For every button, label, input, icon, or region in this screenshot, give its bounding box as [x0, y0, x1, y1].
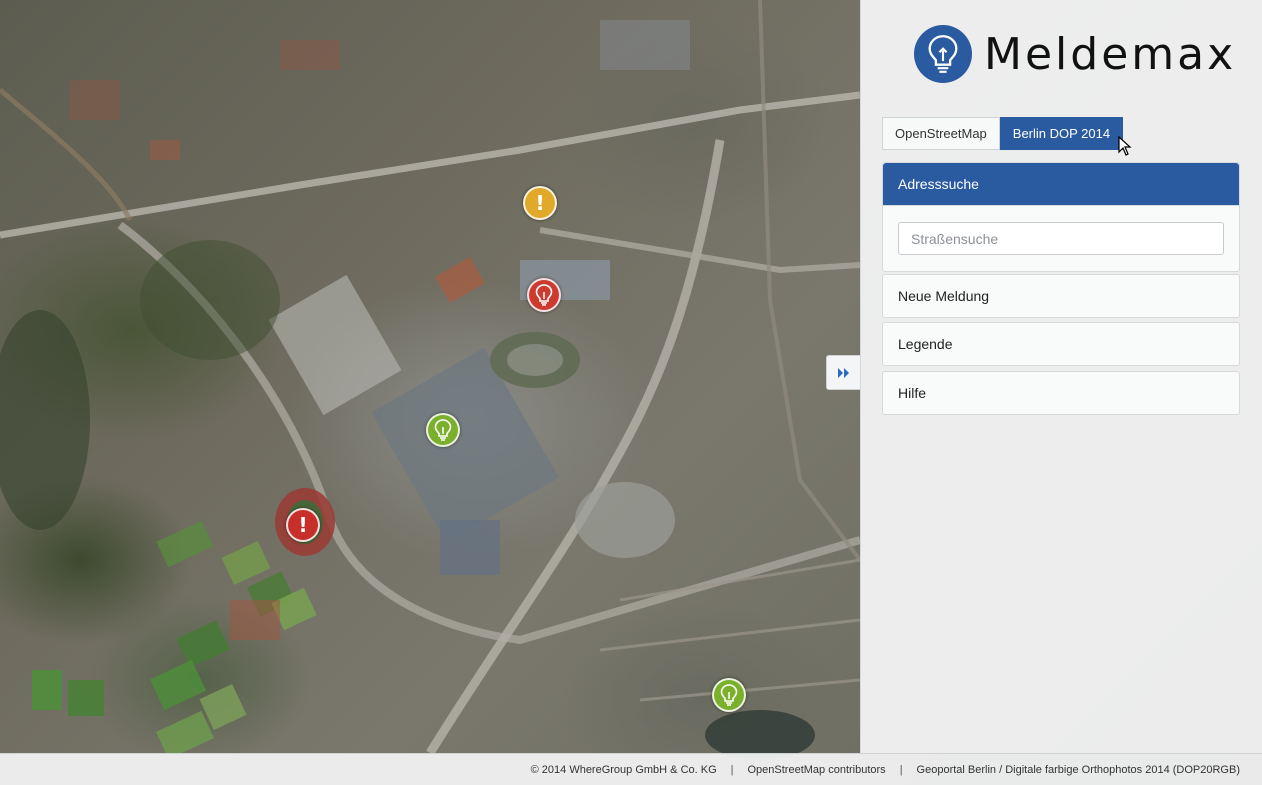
- collapse-sidebar-button[interactable]: [826, 355, 861, 390]
- help-panel: Hilfe: [882, 371, 1240, 415]
- panel-header-address-search[interactable]: Adresssuche: [883, 163, 1239, 205]
- credit-wheregroup[interactable]: © 2014 WhereGroup GmbH & Co. KG: [531, 764, 717, 776]
- app-logo: Meldemax: [914, 24, 1236, 84]
- app-title: Meldemax: [984, 28, 1237, 80]
- lightbulb-icon: [720, 684, 738, 706]
- panel-header-legend[interactable]: Legende: [883, 323, 1239, 365]
- exclamation-icon: !: [298, 513, 308, 537]
- report-marker[interactable]: [712, 678, 746, 712]
- lightbulb-icon: [434, 419, 452, 441]
- credit-geoportal-berlin[interactable]: Geoportal Berlin / Digitale farbige Orth…: [917, 764, 1240, 776]
- layer-button-openstreetmap[interactable]: OpenStreetMap: [882, 117, 1000, 150]
- logo-lightbulb-icon: [914, 25, 972, 83]
- warning-marker[interactable]: !: [523, 186, 557, 220]
- panel-body-address-search: [883, 205, 1239, 271]
- panel-header-help[interactable]: Hilfe: [883, 372, 1239, 414]
- footer-separator: |: [730, 763, 734, 776]
- report-marker[interactable]: [426, 413, 460, 447]
- danger-marker[interactable]: !: [286, 508, 320, 542]
- lightbulb-icon: [535, 284, 553, 306]
- street-search-input[interactable]: [898, 222, 1224, 255]
- footer-separator: |: [899, 763, 903, 776]
- layer-button-berlin-dop[interactable]: Berlin DOP 2014: [999, 117, 1124, 150]
- report-marker[interactable]: [527, 278, 561, 312]
- mouse-cursor-icon: [1118, 136, 1132, 156]
- new-report-panel: Neue Meldung: [882, 274, 1240, 318]
- legend-panel: Legende: [882, 322, 1240, 366]
- double-chevron-right-icon: [838, 367, 849, 378]
- layer-switcher: OpenStreetMap Berlin DOP 2014: [882, 117, 1124, 150]
- panel-header-new-report[interactable]: Neue Meldung: [883, 275, 1239, 317]
- attribution-footer: © 2014 WhereGroup GmbH & Co. KG | OpenSt…: [0, 753, 1262, 785]
- sidebar: Meldemax OpenStreetMap Berlin DOP 2014 A…: [860, 0, 1262, 753]
- exclamation-icon: !: [535, 191, 545, 215]
- address-search-panel: Adresssuche: [882, 162, 1240, 272]
- credit-openstreetmap[interactable]: OpenStreetMap contributors: [748, 764, 886, 776]
